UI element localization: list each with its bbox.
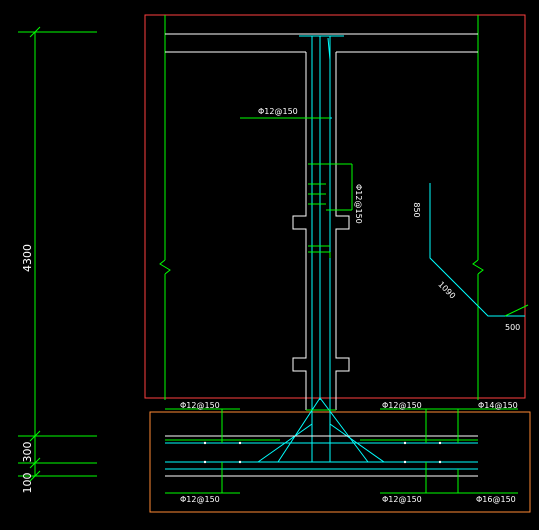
- base-hooks: [165, 408, 518, 494]
- label-wall-horizontal: Φ12@150: [258, 107, 298, 116]
- dim-height-bottom: 100: [21, 473, 34, 494]
- dim-height-main: 4300: [21, 244, 34, 272]
- base-rebar-dots: [203, 441, 442, 464]
- drawing-canvas: 4300 300 100 Φ12@150 Φ12@150 850 1090 50…: [18, 14, 531, 513]
- base-rebar: [165, 442, 478, 470]
- bend-segment-bottom: 500: [505, 323, 520, 332]
- right-column-line: [472, 15, 484, 400]
- dim-height-mid: 300: [21, 442, 34, 463]
- label-wall-vertical: Φ12@150: [354, 184, 363, 224]
- label-bottom-middle: Φ12@150: [382, 495, 422, 504]
- label-top-left: Φ12@150: [180, 401, 220, 410]
- label-bottom-left: Φ12@150: [180, 495, 220, 504]
- wall-ties: [240, 117, 353, 258]
- base-slab: [165, 435, 478, 477]
- label-top-right: Φ14@150: [478, 401, 518, 410]
- cad-viewport[interactable]: 4300 300 100 Φ12@150 Φ12@150 850 1090 50…: [0, 0, 539, 530]
- top-slab: [165, 33, 478, 53]
- label-top-middle: Φ12@150: [382, 401, 422, 410]
- bend-segment-diagonal: 1090: [436, 280, 457, 301]
- left-column-line: [159, 15, 171, 400]
- label-bottom-right: Φ16@150: [476, 495, 516, 504]
- upper-frame-red: [144, 14, 526, 399]
- wall-outline: [292, 52, 350, 410]
- bend-segment-top: 850: [412, 202, 421, 217]
